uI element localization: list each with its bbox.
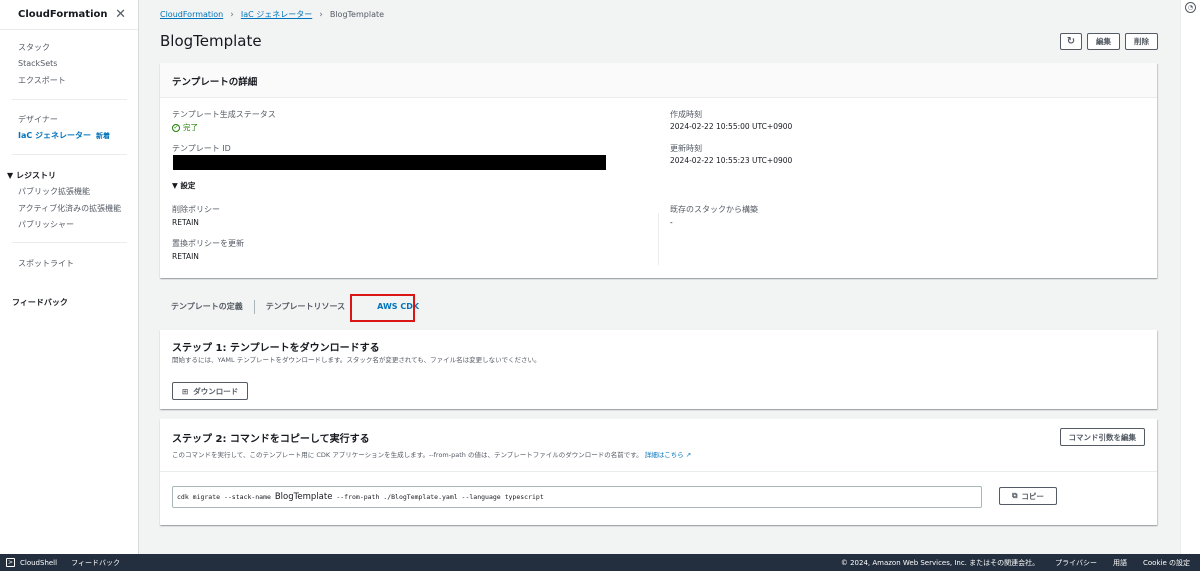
download-label: ダウンロード [193, 386, 239, 396]
check-circle-icon: ✓ [172, 123, 180, 132]
terminal-icon: > [6, 558, 15, 567]
privacy-link[interactable]: プライバシー [1055, 558, 1097, 568]
download-button[interactable]: ⊞ ダウンロード [172, 382, 249, 400]
status-value: 完了 [183, 123, 198, 132]
step2-title: ステップ 2: コマンドをコピーして実行する [172, 434, 370, 445]
settings-label: 設定 [180, 181, 196, 190]
copy-icon: ⧉ [1012, 491, 1018, 500]
cloudshell-button[interactable]: > CloudShell [6, 558, 57, 567]
terms-link[interactable]: 用語 [1113, 558, 1127, 568]
deletion-policy-label: 削除ポリシー [172, 205, 220, 214]
existing-stack-label: 既存のスタックから構築 [670, 205, 758, 214]
settings-toggle[interactable]: ▼ 設定 [172, 180, 195, 191]
external-link-icon: ↗ [685, 451, 692, 459]
tab-highlight-box [350, 294, 415, 322]
caret-down-icon: ▼ [172, 181, 178, 190]
template-id-redacted [173, 155, 606, 170]
step2-card: ステップ 2: コマンドをコピーして実行する このコマンドを実行して、このテンプ… [160, 419, 1157, 525]
card-divider [160, 471, 1157, 472]
delete-button[interactable]: 削除 [1125, 33, 1158, 50]
download-icon: ⊞ [182, 386, 189, 396]
close-icon[interactable]: ✕ [115, 7, 126, 22]
existing-stack-value: - [670, 218, 673, 227]
command-prefix: cdk migrate --stack-name [177, 493, 275, 501]
sidebar-item-stacksets[interactable]: StackSets [18, 59, 57, 68]
sidebar-divider [12, 242, 127, 243]
created-label: 作成時刻 [670, 110, 702, 119]
updated-value: 2024-02-22 10:55:23 UTC+0900 [670, 156, 793, 165]
info-icon[interactable]: ◔ [1185, 2, 1196, 13]
copy-label: コピー [1021, 491, 1044, 501]
chevron-right-icon: › [319, 9, 323, 20]
sidebar-item-activated-extensions[interactable]: アクティブ化済みの拡張機能 [18, 203, 121, 214]
copy-button[interactable]: ⧉ コピー [999, 487, 1057, 505]
replace-policy-label: 置換ポリシーを更新 [172, 239, 244, 248]
edit-command-args-button[interactable]: コマンド引数を編集 [1059, 428, 1145, 446]
sidebar-title[interactable]: CloudFormation [18, 9, 108, 20]
template-id-label: テンプレート ID [172, 144, 231, 153]
sidebar-item-spotlight[interactable]: スポットライト [18, 258, 74, 269]
sidebar-item-exports[interactable]: エクスポート [18, 75, 66, 86]
command-suffix: --from-path ./BlogTemplate.yaml --langua… [332, 493, 544, 501]
tab-template-resources[interactable]: テンプレートリソース [255, 297, 356, 317]
sidebar-section-registry[interactable]: ▼ レジストリ [7, 170, 56, 181]
sidebar-header: CloudFormation ✕ [0, 0, 138, 30]
caret-down-icon: ▼ [7, 171, 14, 180]
sidebar-item-designer[interactable]: デザイナー [18, 114, 58, 125]
breadcrumb-cloudformation[interactable]: CloudFormation [160, 10, 223, 19]
cookie-settings-link[interactable]: Cookie の設定 [1143, 558, 1190, 568]
created-value: 2024-02-22 10:55:00 UTC+0900 [670, 122, 793, 131]
footer-feedback-link[interactable]: フィードバック [71, 558, 120, 568]
status-badge: ✓ 完了 [172, 122, 198, 133]
breadcrumb-iac-generator[interactable]: IaC ジェネレーター [241, 9, 312, 20]
sidebar-section-label: レジストリ [15, 171, 56, 180]
cloudshell-label: CloudShell [20, 558, 58, 567]
chevron-right-icon: › [230, 9, 234, 20]
copyright-text: © 2024, Amazon Web Services, Inc. またはその関… [840, 558, 1040, 567]
learn-more-label: 詳細はこちら [644, 451, 684, 459]
sidebar: CloudFormation ✕ スタック StackSets エクスポート デ… [0, 0, 139, 554]
step1-title: ステップ 1: テンプレートをダウンロードする [172, 343, 380, 354]
sidebar-item-label: IaC ジェネレーター [18, 131, 92, 140]
step2-description: このコマンドを実行して、このテンプレート用に CDK アプリケーションを生成しま… [172, 449, 691, 459]
step1-description: 開始するには、YAML テンプレートをダウンロードします。スタック名が変更されて… [172, 356, 541, 364]
tab-template-definition[interactable]: テンプレートの定義 [160, 297, 254, 317]
column-divider [658, 213, 659, 265]
sidebar-divider [12, 154, 127, 155]
sidebar-feedback[interactable]: フィードバック [12, 297, 68, 308]
edit-button[interactable]: 編集 [1087, 33, 1120, 50]
learn-more-link[interactable]: 詳細はこちら ↗ [645, 451, 692, 459]
utility-bar: ◔ [1180, 0, 1200, 554]
refresh-button[interactable]: ↻ [1060, 33, 1082, 50]
refresh-icon: ↻ [1066, 36, 1076, 47]
status-label: テンプレート生成ステータス [172, 110, 276, 119]
replace-policy-value: RETAIN [172, 252, 199, 261]
new-badge: 新着 [96, 132, 111, 140]
footer: > CloudShell フィードバック © 2024, Amazon Web S… [0, 554, 1200, 571]
sidebar-item-iac-generator[interactable]: IaC ジェネレーター 新着 [18, 130, 110, 141]
sidebar-item-public-extensions[interactable]: パブリック拡張機能 [18, 186, 90, 197]
command-stack-name: BlogTemplate [274, 492, 333, 502]
step2-description-text: このコマンドを実行して、このテンプレート用に CDK アプリケーションを生成しま… [172, 451, 643, 459]
step1-card: ステップ 1: テンプレートをダウンロードする 開始するには、YAML テンプレ… [160, 330, 1157, 409]
sidebar-divider [12, 99, 127, 100]
deletion-policy-value: RETAIN [172, 218, 199, 227]
page-title: BlogTemplate [160, 32, 262, 50]
breadcrumb-current: BlogTemplate [329, 10, 385, 19]
card-title: テンプレートの詳細 [160, 63, 1157, 98]
command-field[interactable]: cdk migrate --stack-name BlogTemplate --… [172, 486, 982, 508]
sidebar-item-stacks[interactable]: スタック [18, 42, 50, 53]
sidebar-item-publishers[interactable]: パブリッシャー [18, 219, 74, 230]
breadcrumb: CloudFormation › IaC ジェネレーター › BlogTempl… [160, 9, 384, 20]
updated-label: 更新時刻 [670, 144, 702, 153]
template-details-card: テンプレートの詳細 テンプレート生成ステータス ✓ 完了 テンプレート ID ▼ … [160, 63, 1157, 278]
header-actions: ↻ 編集 削除 [1060, 33, 1158, 50]
